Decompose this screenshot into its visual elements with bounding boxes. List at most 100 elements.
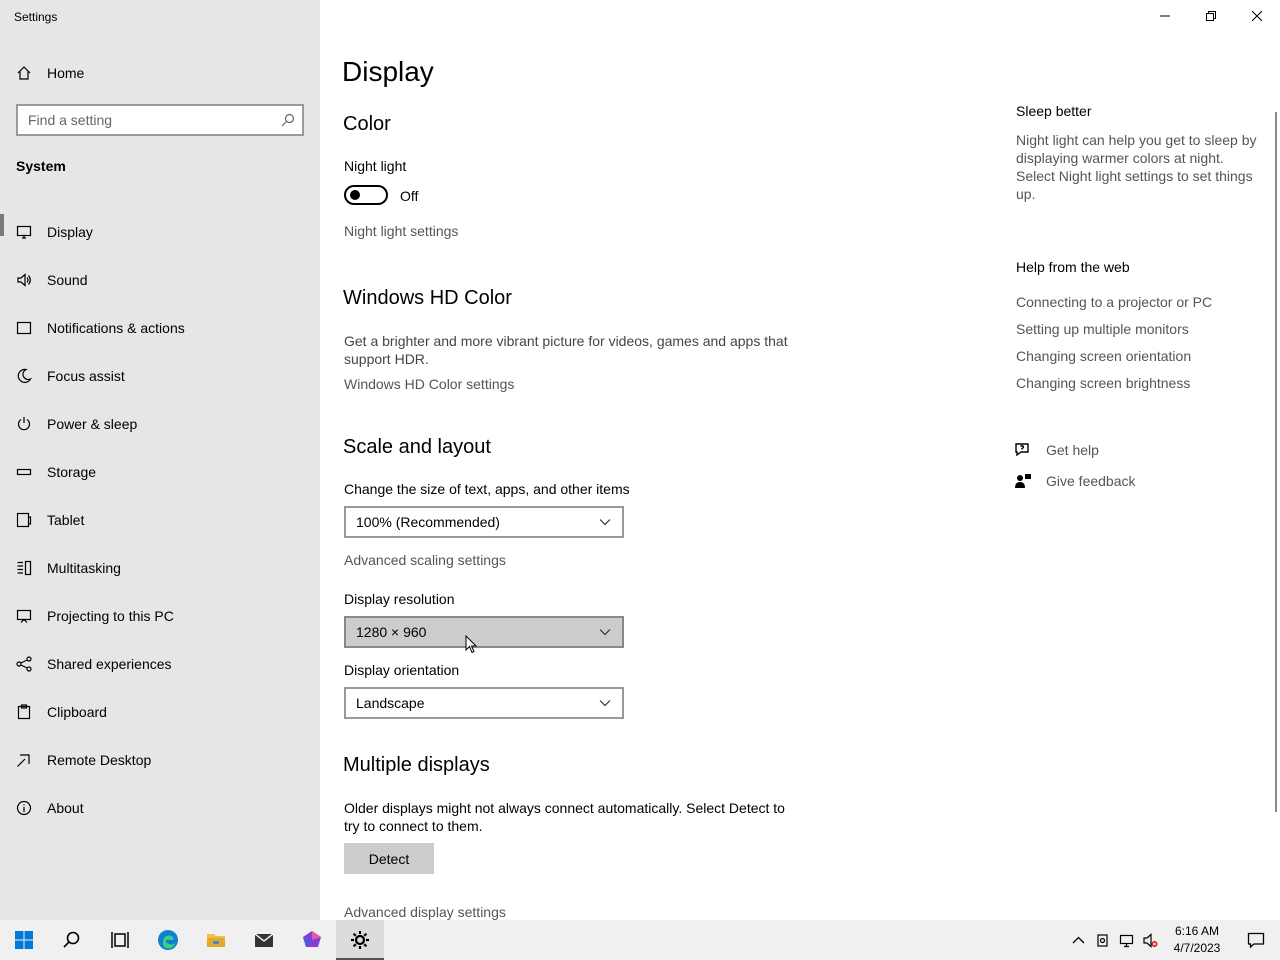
taskbar: 6:16 AM 4/7/2023 (0, 920, 1280, 960)
sidebar-item-label: Shared experiences (47, 656, 172, 672)
sidebar-item-notifications[interactable]: Notifications & actions (0, 304, 320, 352)
orientation-dropdown[interactable]: Landscape (344, 687, 624, 719)
section-title: System (16, 158, 66, 174)
give-feedback-label: Give feedback (1046, 473, 1136, 489)
task-view-button[interactable] (96, 920, 144, 960)
scale-dropdown[interactable]: 100% (Recommended) (344, 506, 624, 538)
hdr-settings-link[interactable]: Windows HD Color settings (344, 376, 514, 392)
tray-app-button[interactable] (1090, 920, 1114, 960)
power-icon (0, 416, 47, 432)
clock[interactable]: 6:16 AM 4/7/2023 (1162, 923, 1232, 957)
windows-logo-icon (15, 931, 33, 949)
sidebar-item-about[interactable]: About (0, 784, 320, 832)
size-label: Change the size of text, apps, and other… (344, 481, 630, 497)
sidebar-item-clipboard[interactable]: Clipboard (0, 688, 320, 736)
night-light-label: Night light (344, 158, 407, 174)
mail-icon (254, 933, 274, 947)
search-icon[interactable] (274, 113, 302, 127)
sidebar-item-sound[interactable]: Sound (0, 256, 320, 304)
help-link-brightness[interactable]: Changing screen brightness (1016, 375, 1190, 391)
multiple-displays-description: Older displays might not always connect … (344, 800, 785, 834)
volume-button[interactable] (1138, 920, 1162, 960)
monitor-icon (0, 224, 47, 240)
sidebar-item-display[interactable]: Display (0, 208, 320, 256)
sidebar-item-label: Remote Desktop (47, 752, 152, 768)
sidebar-item-tablet[interactable]: Tablet (0, 496, 320, 544)
resolution-value: 1280 × 960 (356, 624, 427, 640)
multiple-displays-heading: Multiple displays (343, 754, 490, 776)
action-center-button[interactable] (1232, 920, 1280, 960)
gem-app-icon (303, 931, 321, 947)
clock-time: 6:16 AM (1174, 924, 1220, 938)
minimize-button[interactable] (1142, 0, 1188, 32)
sleep-better-title: Sleep better (1016, 103, 1092, 119)
scrollbar[interactable] (1275, 112, 1277, 812)
clipboard-icon (0, 704, 47, 720)
night-light-state: Off (400, 188, 419, 204)
home-label: Home (47, 65, 85, 81)
feedback-icon (1014, 472, 1046, 490)
home-nav-item[interactable]: Home (0, 58, 320, 88)
help-web-title: Help from the web (1016, 259, 1130, 275)
home-icon (0, 65, 47, 81)
show-hidden-icons-button[interactable] (1066, 920, 1090, 960)
app-title: Settings (14, 10, 58, 24)
folder-icon (207, 934, 225, 947)
close-button[interactable] (1234, 0, 1280, 32)
shared-icon (0, 656, 47, 672)
storage-icon (0, 464, 47, 480)
get-help-link[interactable]: Get help (1014, 439, 1099, 461)
help-link-orientation[interactable]: Changing screen orientation (1016, 348, 1191, 364)
task-view-icon (111, 932, 129, 948)
app-button[interactable] (288, 920, 336, 960)
remote-desktop-icon (0, 752, 47, 768)
orientation-value: Landscape (356, 695, 425, 711)
give-feedback-link[interactable]: Give feedback (1014, 470, 1136, 492)
help-link-projector[interactable]: Connecting to a projector or PC (1016, 294, 1212, 310)
night-light-toggle[interactable] (344, 185, 388, 205)
main-content: Display Color Night light Off Night ligh… (320, 0, 1280, 920)
sidebar-item-multitasking[interactable]: Multitasking (0, 544, 320, 592)
scale-heading: Scale and layout (343, 436, 491, 458)
sidebar-item-projecting[interactable]: Projecting to this PC (0, 592, 320, 640)
search-input[interactable] (18, 106, 274, 134)
search-icon (63, 931, 80, 948)
edge-browser-button[interactable] (144, 920, 192, 960)
sidebar-item-label: Storage (47, 464, 97, 480)
sleep-better-description: Night light can help you get to sleep by… (1016, 132, 1257, 202)
sidebar-item-label: Projecting to this PC (47, 608, 174, 624)
settings-taskbar-button[interactable] (336, 920, 384, 960)
advanced-scaling-link[interactable]: Advanced scaling settings (344, 552, 506, 568)
page-title: Display (342, 56, 434, 87)
restore-button[interactable] (1188, 0, 1234, 32)
scale-value: 100% (Recommended) (356, 514, 500, 530)
clock-date: 4/7/2023 (1173, 941, 1221, 955)
chevron-down-icon (599, 519, 611, 526)
search-box[interactable] (16, 104, 304, 136)
edge-browser-icon (158, 930, 178, 950)
advanced-display-settings-link[interactable]: Advanced display settings (344, 904, 506, 920)
projecting-icon (0, 608, 47, 624)
moon-icon (0, 368, 47, 384)
help-link-multiple-monitors[interactable]: Setting up multiple monitors (1016, 321, 1189, 337)
notification-icon (1247, 932, 1265, 949)
window-controls (1142, 0, 1280, 32)
sidebar-item-label: Sound (47, 272, 88, 288)
file-explorer-button[interactable] (192, 920, 240, 960)
resolution-label: Display resolution (344, 591, 455, 607)
sidebar-item-focus-assist[interactable]: Focus assist (0, 352, 320, 400)
sidebar-item-shared-experiences[interactable]: Shared experiences (0, 640, 320, 688)
chevron-down-icon (599, 700, 611, 707)
mail-button[interactable] (240, 920, 288, 960)
taskbar-search-button[interactable] (48, 920, 96, 960)
notification-icon (0, 320, 47, 336)
start-button[interactable] (0, 920, 48, 960)
resolution-dropdown[interactable]: 1280 × 960 (344, 616, 624, 648)
sidebar-item-remote-desktop[interactable]: Remote Desktop (0, 736, 320, 784)
orientation-label: Display orientation (344, 662, 460, 678)
sidebar-item-power-sleep[interactable]: Power & sleep (0, 400, 320, 448)
network-button[interactable] (1114, 920, 1138, 960)
detect-button[interactable]: Detect (344, 843, 434, 874)
night-light-settings-link[interactable]: Night light settings (344, 223, 458, 239)
sidebar-item-storage[interactable]: Storage (0, 448, 320, 496)
